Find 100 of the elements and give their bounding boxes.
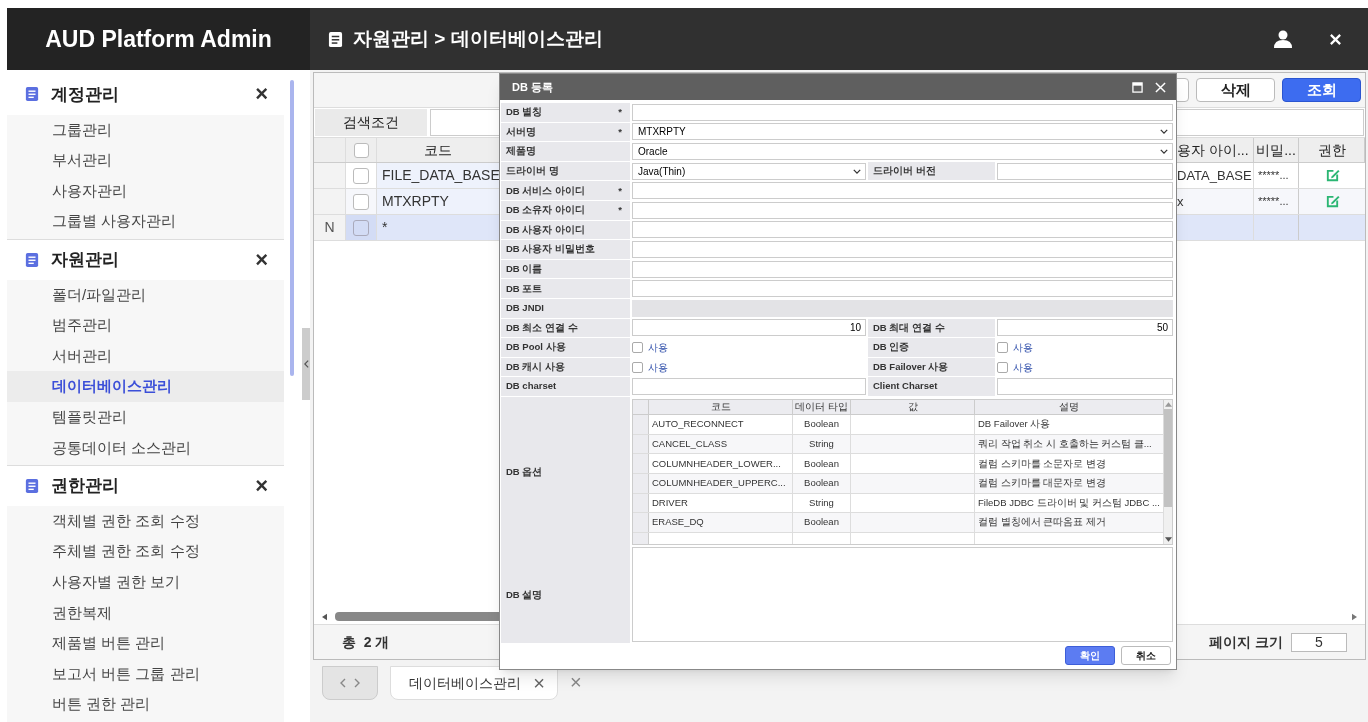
close-button[interactable]: × — [533, 673, 545, 693]
sidebar-item[interactable]: 폴더/파일관리 — [7, 279, 284, 311]
chevron-right-icon[interactable] — [354, 678, 360, 688]
checkbox-label[interactable]: 사용 — [1013, 339, 1033, 355]
close-button[interactable]: × — [255, 83, 268, 106]
group-title[interactable]: 권한관리 — [51, 473, 244, 499]
column-header[interactable]: 설명 — [975, 399, 1164, 415]
table-cell: 쿼리 작업 취소 시 호출하는 커스텀 클... — [975, 434, 1164, 454]
column-header[interactable]: 비밀... — [1254, 138, 1299, 162]
checkbox-label[interactable]: 사용 — [648, 339, 668, 355]
checkbox[interactable] — [632, 361, 643, 373]
toolbar-button[interactable]: 삭제 — [1196, 78, 1275, 102]
input-field[interactable] — [632, 260, 1173, 278]
field-label: DB 소유자 아이디 — [506, 203, 586, 218]
close-button[interactable]: × — [255, 475, 268, 497]
input-field[interactable] — [997, 378, 1173, 396]
scroll-down-icon[interactable] — [1164, 536, 1172, 542]
column-header[interactable]: 코드 — [649, 399, 793, 415]
number-field[interactable]: 10 — [632, 319, 866, 337]
close-button[interactable]: × — [255, 248, 268, 271]
checkbox[interactable] — [353, 219, 369, 236]
field-label: DB charset — [506, 379, 558, 394]
total-count: 총 2 개 — [342, 632, 390, 652]
sidebar-item[interactable]: 제품별 버튼 관리 — [7, 628, 284, 659]
table-cell: DB Failover 사용 — [975, 415, 1164, 434]
sidebar-item[interactable]: 공통데이터 소스관리 — [7, 432, 284, 464]
checkbox[interactable] — [353, 193, 369, 210]
dropdown[interactable]: MTXRPTY — [632, 123, 1173, 141]
sidebar-item[interactable]: 객체별 권한 조회 수정 — [7, 505, 284, 537]
table-cell: Boolean — [793, 473, 851, 493]
sidebar-item[interactable]: 사용자별 권한 보기 — [7, 567, 284, 598]
vertical-scrollbar[interactable] — [1163, 399, 1172, 544]
scrollbar-thumb[interactable] — [290, 80, 294, 376]
dropdown[interactable]: Java(Thin) — [632, 162, 866, 180]
field-label: DB JNDI — [506, 301, 545, 316]
toolbar-button[interactable]: 조회 — [1282, 78, 1361, 102]
group-title[interactable]: 계정관리 — [51, 81, 244, 108]
checkbox[interactable] — [353, 142, 369, 158]
sidebar-item[interactable]: 범주관리 — [7, 310, 284, 341]
chevron-down-icon — [1160, 129, 1168, 135]
chevron-down-icon — [853, 168, 861, 174]
scrollbar-thumb[interactable] — [1163, 408, 1172, 507]
input-field[interactable] — [632, 201, 1173, 219]
table-cell: DRIVER — [649, 493, 793, 513]
table-cell: ERASE_DQ — [649, 513, 793, 532]
sidebar-item[interactable]: 권한복제 — [7, 597, 284, 629]
document-icon — [25, 251, 39, 268]
input-field[interactable] — [632, 221, 1173, 239]
field-label: DB 최소 연결 수 — [506, 320, 579, 335]
checkbox-label[interactable]: 사용 — [1013, 359, 1033, 375]
sidebar-item[interactable]: 서버관리 — [7, 340, 284, 372]
edit-icon[interactable] — [1324, 194, 1340, 209]
sidebar-item[interactable]: 사용자관리 — [7, 175, 284, 207]
sidebar-item[interactable]: 보고서 버튼 그룹 관리 — [7, 658, 284, 690]
input-field[interactable] — [632, 103, 1173, 121]
column-header[interactable]: 값 — [851, 399, 975, 415]
tab[interactable]: 데이터베이스관리 × — [390, 666, 558, 700]
input-field[interactable] — [632, 378, 866, 396]
column-header[interactable]: 코드 — [377, 138, 499, 162]
dialog-button[interactable]: 취소 — [1121, 646, 1171, 666]
number-field[interactable]: 50 — [997, 319, 1173, 337]
maximize-icon[interactable] — [1132, 81, 1143, 93]
table-cell: AUTO_RECONNECT — [649, 415, 793, 434]
checkbox[interactable] — [997, 361, 1008, 373]
input-field[interactable] — [632, 240, 1173, 258]
scroll-left-icon[interactable] — [322, 612, 327, 621]
sidebar-item[interactable]: 데이터베이스관리 — [7, 371, 284, 402]
user-icon[interactable] — [1273, 29, 1293, 49]
sidebar-item[interactable]: 주체별 권한 조회 수정 — [7, 536, 284, 567]
checkbox[interactable] — [632, 341, 643, 353]
field-label: DB 이름 — [506, 261, 544, 276]
checkbox[interactable] — [997, 341, 1008, 353]
sidebar-item[interactable]: 부서관리 — [7, 145, 284, 176]
dialog-button[interactable]: 확인 — [1065, 646, 1115, 666]
scroll-right-icon[interactable] — [1352, 612, 1357, 621]
input-field[interactable] — [997, 162, 1173, 180]
dropdown-value: Java(Thin) — [638, 164, 687, 179]
input-field[interactable] — [632, 280, 1173, 298]
collapse-handle[interactable] — [302, 328, 310, 400]
close-icon[interactable] — [1329, 32, 1342, 46]
sidebar-item[interactable]: 템플릿관리 — [7, 402, 284, 433]
chevron-left-icon[interactable] — [340, 678, 346, 688]
page-size-field[interactable]: 5 — [1291, 632, 1347, 652]
dropdown[interactable]: Oracle — [632, 143, 1173, 160]
sidebar-item[interactable]: 버튼 권한 관리 — [7, 689, 284, 720]
breadcrumb: 자원관리 > 데이터베이스관리 — [353, 26, 603, 51]
search-label: 검색조건 — [315, 109, 427, 136]
column-header[interactable]: 데이터 타입 — [793, 399, 851, 415]
checkbox-label[interactable]: 사용 — [648, 359, 668, 375]
edit-icon[interactable] — [1324, 168, 1340, 183]
column-header[interactable]: 권한 — [1299, 138, 1365, 162]
required-mark: * — [618, 203, 622, 218]
table-cell: Boolean — [793, 454, 851, 473]
sidebar-item[interactable]: 그룹별 사용자관리 — [7, 206, 284, 237]
group-title[interactable]: 자원관리 — [51, 247, 244, 273]
checkbox[interactable] — [353, 167, 369, 184]
sidebar-item[interactable]: 그룹관리 — [7, 114, 284, 146]
input-field[interactable] — [632, 182, 1173, 200]
tab-navigation[interactable] — [322, 666, 378, 700]
close-icon[interactable] — [1155, 81, 1166, 93]
